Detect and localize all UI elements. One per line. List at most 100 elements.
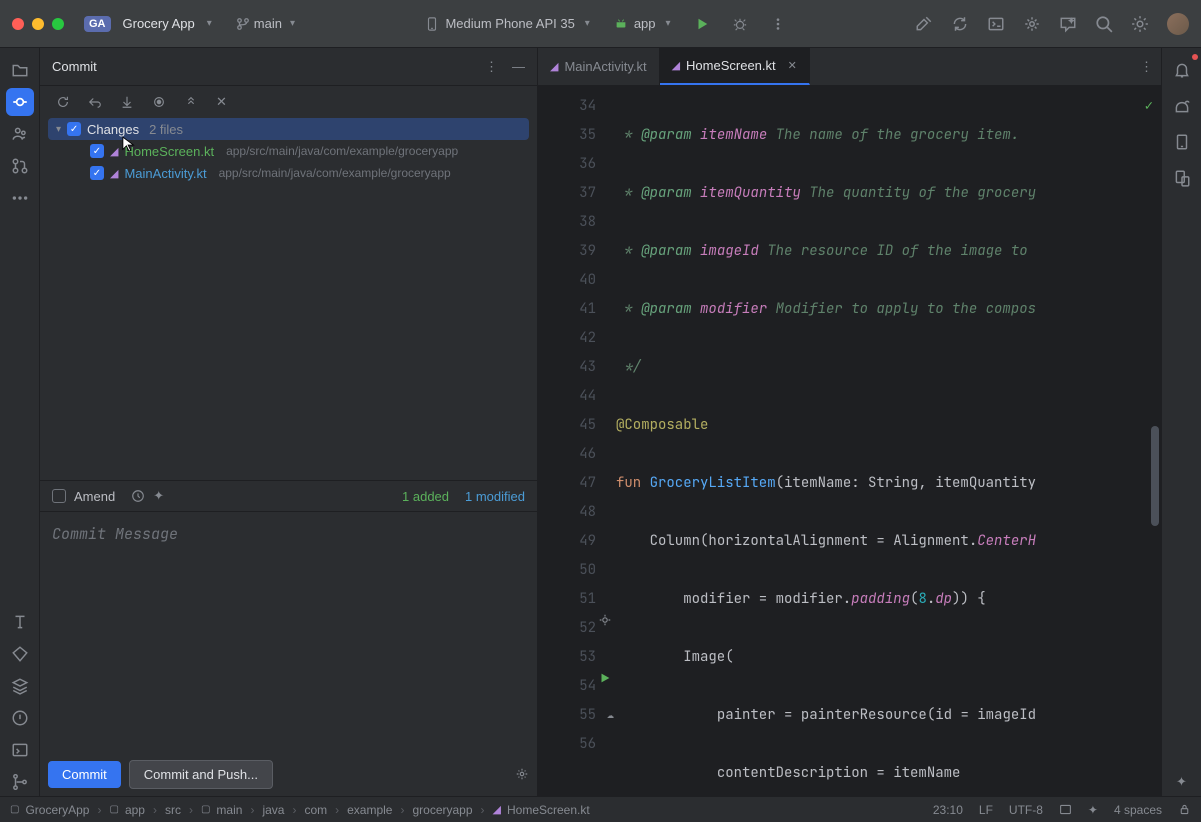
branch-selector[interactable]: main ▾ <box>236 16 295 31</box>
amend-checkbox[interactable] <box>52 489 66 503</box>
maximize-window[interactable] <box>52 18 64 30</box>
encoding[interactable]: UTF-8 <box>1009 803 1043 817</box>
modified-count: 1 modified <box>465 489 525 504</box>
editor-gutter[interactable]: 3435363738394041424344454647484950515253… <box>538 86 616 796</box>
file-row-mainactivity[interactable]: ✓ ◢ MainActivity.kt app/src/main/java/co… <box>48 162 529 184</box>
branch-icon <box>236 17 250 31</box>
inspection-status-icon[interactable]: ✓ <box>1145 92 1153 121</box>
gear-icon <box>1131 15 1149 33</box>
kotlin-file-icon: ◢ <box>110 145 118 158</box>
breadcrumb-item[interactable]: GroceryApp <box>25 803 89 817</box>
commit-options-button[interactable] <box>515 767 529 781</box>
warning-icon <box>11 709 29 727</box>
tab-homescreen[interactable]: ◢ HomeScreen.kt ✕ <box>660 48 810 85</box>
build-variants-button[interactable] <box>6 672 34 700</box>
ai-assistant-button[interactable] <box>1059 15 1077 33</box>
resource-mgr-button[interactable] <box>6 640 34 668</box>
close-tab-icon[interactable]: ✕ <box>788 59 797 72</box>
statusbar: ▢ GroceryApp › ▢ app › src › ▢ main › ja… <box>0 796 1201 822</box>
tab-options-button[interactable]: ⋮ <box>1140 59 1153 75</box>
more-horiz-icon <box>11 189 29 207</box>
pull-requests-button[interactable] <box>6 152 34 180</box>
run-config-selector[interactable]: app ▾ <box>614 16 671 31</box>
commit-message-input[interactable] <box>52 524 525 544</box>
search-button[interactable] <box>1095 15 1113 33</box>
problems-button[interactable] <box>6 704 34 732</box>
gradle-button[interactable] <box>1168 92 1196 120</box>
debug-button[interactable] <box>733 17 747 31</box>
breadcrumb-item[interactable]: com <box>304 803 327 817</box>
profiler-button[interactable] <box>1023 15 1041 33</box>
minimize-panel-button[interactable]: — <box>512 59 525 75</box>
project-selector[interactable]: Grocery App <box>123 16 195 31</box>
app-badge: GA <box>84 16 111 32</box>
console-icon <box>11 741 29 759</box>
ai-sparkle-button[interactable]: ✦ <box>1168 768 1196 796</box>
emulator-button[interactable] <box>1168 128 1196 156</box>
more-actions[interactable] <box>771 17 785 31</box>
android-icon <box>614 17 628 31</box>
settings-button[interactable] <box>1131 15 1149 33</box>
commit-button[interactable]: Commit <box>48 761 121 788</box>
code-editor[interactable]: * @param itemName The name of the grocer… <box>616 86 1161 796</box>
kotlin-file-icon: ◢ <box>110 167 118 180</box>
breadcrumb-item[interactable]: groceryapp <box>412 803 472 817</box>
breadcrumb-item[interactable]: HomeScreen.kt <box>507 803 590 817</box>
expand-toggle[interactable]: ▾ <box>56 124 61 135</box>
sync-button[interactable] <box>951 15 969 33</box>
user-avatar[interactable] <box>1167 13 1189 35</box>
checkbox-file[interactable]: ✓ <box>90 166 104 180</box>
line-ending[interactable]: LF <box>979 803 993 817</box>
close-window[interactable] <box>12 18 24 30</box>
build-button[interactable] <box>915 15 933 33</box>
changes-root-row[interactable]: ▾ ✓ Changes 2 files <box>48 118 529 140</box>
breadcrumb-item[interactable]: main <box>216 803 242 817</box>
run-button[interactable] <box>695 17 709 31</box>
minimize-window[interactable] <box>32 18 44 30</box>
ai-status-icon[interactable]: ✦ <box>1088 803 1098 817</box>
commit-push-button[interactable]: Commit and Push... <box>129 760 273 789</box>
changes-tree[interactable]: ▾ ✓ Changes 2 files ✓ ◢ HomeScreen.kt ap… <box>40 118 537 480</box>
diff-button[interactable] <box>120 95 134 109</box>
history-button[interactable] <box>131 489 145 503</box>
group-button[interactable] <box>184 95 198 109</box>
ai-suggest-button[interactable]: ✦ <box>153 488 164 504</box>
project-tool-button[interactable] <box>6 56 34 84</box>
close-icon[interactable]: ✕ <box>216 94 227 110</box>
file-name: MainActivity.kt <box>124 166 206 181</box>
preview-gutter-icon[interactable] <box>598 613 614 627</box>
checkbox-all[interactable]: ✓ <box>67 122 81 136</box>
more-tools-button[interactable] <box>6 184 34 212</box>
options-button[interactable]: ⋮ <box>485 59 498 75</box>
cursor-position[interactable]: 23:10 <box>933 803 963 817</box>
file-row-homescreen[interactable]: ✓ ◢ HomeScreen.kt app/src/main/java/com/… <box>48 140 529 162</box>
breadcrumb-item[interactable]: java <box>262 803 284 817</box>
tab-mainactivity[interactable]: ◢ MainActivity.kt <box>538 48 660 85</box>
lock-icon[interactable] <box>1178 803 1191 816</box>
editor-scrollbar[interactable] <box>1151 426 1159 526</box>
text-tool-button[interactable] <box>6 608 34 636</box>
rollback-button[interactable] <box>88 95 102 109</box>
breadcrumb-item[interactable]: app <box>125 803 145 817</box>
folder-icon <box>11 61 29 79</box>
notifications-button[interactable] <box>1168 56 1196 84</box>
terminal-button[interactable] <box>6 736 34 764</box>
checkbox-file[interactable]: ✓ <box>90 144 104 158</box>
device-mgr-button[interactable] <box>987 15 1005 33</box>
structure-tool-button[interactable] <box>6 120 34 148</box>
version-control-button[interactable] <box>6 768 34 796</box>
device-selector[interactable]: Medium Phone API 35 ▾ <box>425 16 589 31</box>
breadcrumb-item[interactable]: example <box>347 803 392 817</box>
run-gutter-icon[interactable] <box>598 671 614 685</box>
indent-setting[interactable]: 4 spaces <box>1114 803 1162 817</box>
readonly-toggle[interactable] <box>1059 803 1072 816</box>
device-file-button[interactable] <box>1168 164 1196 192</box>
terminal-icon <box>987 15 1005 33</box>
commit-tool-button[interactable] <box>6 88 34 116</box>
elephant-icon <box>1173 97 1191 115</box>
breadcrumb-item[interactable]: src <box>165 803 181 817</box>
cloud-gutter-icon[interactable]: ☁ <box>598 700 614 729</box>
refresh-button[interactable] <box>56 95 70 109</box>
bug-icon <box>733 17 747 31</box>
changelist-button[interactable] <box>152 95 166 109</box>
